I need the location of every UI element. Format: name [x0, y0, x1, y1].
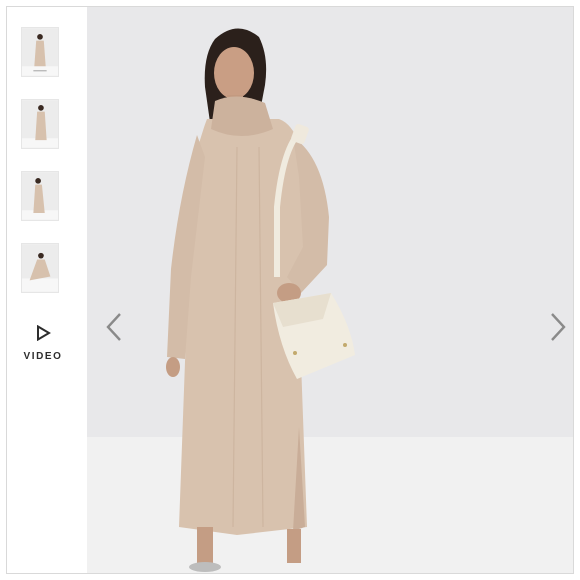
thumbnail-front[interactable]: [21, 27, 59, 77]
dress-photo-front-icon: [22, 28, 58, 76]
video-label: VIDEO: [23, 351, 63, 362]
dress-photo-back-icon: [22, 100, 58, 148]
model-photo: [87, 7, 573, 573]
video-button[interactable]: VIDEO: [17, 325, 69, 373]
thumbnail-side[interactable]: [21, 171, 59, 221]
chevron-left-icon: [106, 313, 121, 341]
next-image-button[interactable]: [543, 307, 573, 347]
chevron-right-icon: [551, 313, 566, 341]
thumbnail-back[interactable]: [21, 99, 59, 149]
previous-image-button[interactable]: [99, 307, 129, 347]
play-outline-icon: [37, 325, 51, 341]
dress-photo-side-icon: [22, 172, 58, 220]
dress-photo-seated-icon: [22, 244, 58, 292]
product-gallery: VIDEO: [6, 6, 574, 574]
main-product-image: [87, 7, 573, 573]
thumbnail-seated[interactable]: [21, 243, 59, 293]
